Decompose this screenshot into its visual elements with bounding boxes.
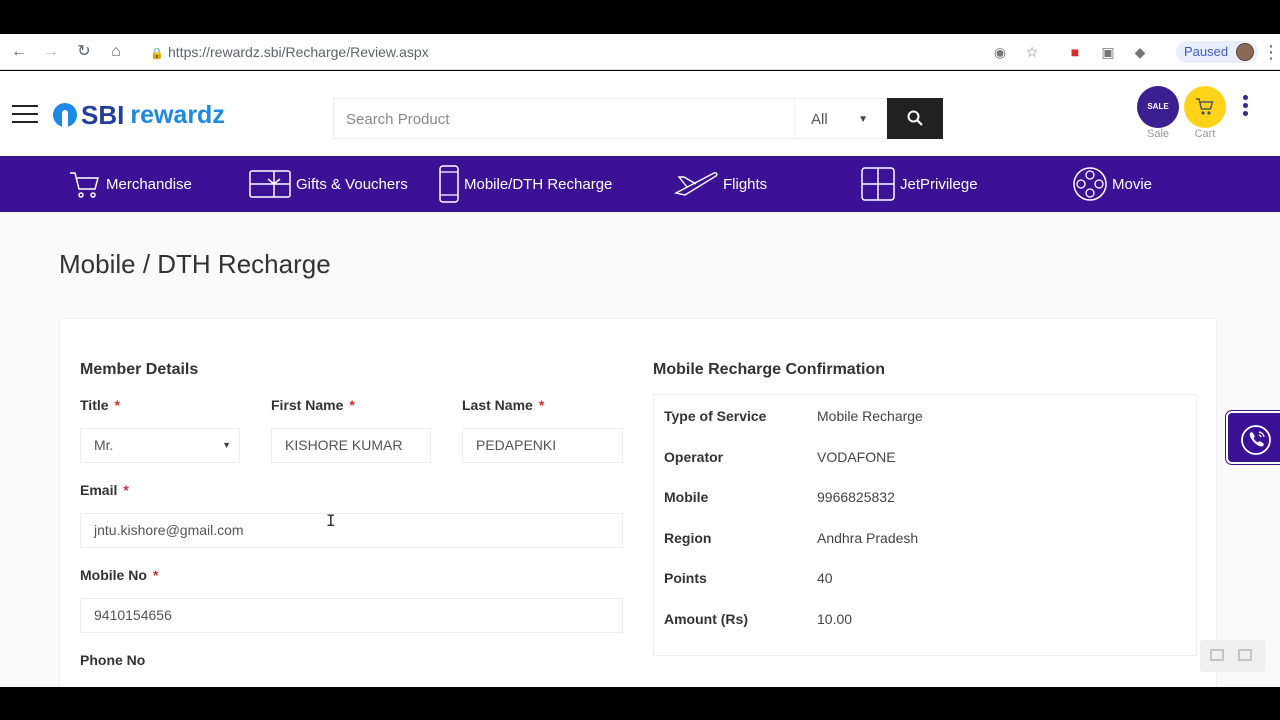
site-viewport: SBI rewardz Search Product All ▼ SALE Sa… xyxy=(0,71,1280,687)
screen: ← → ↻ ⌂ 🔒 https://rewardz.sbi/Recharge/Re… xyxy=(0,0,1280,720)
category-selected: All xyxy=(811,111,828,128)
email-label: Email * xyxy=(80,482,129,498)
phone-call-icon xyxy=(1241,425,1271,455)
search-icon xyxy=(907,110,923,126)
avatar xyxy=(1236,43,1254,61)
site-header: SBI rewardz Search Product All ▼ SALE Sa… xyxy=(0,71,1280,156)
profile-status-button[interactable]: Paused xyxy=(1176,41,1258,63)
logo-text-sbi: SBI xyxy=(81,99,125,130)
mobile-no-label: Mobile No * xyxy=(80,567,159,583)
nav-item-movie[interactable]: Movie xyxy=(1072,156,1152,212)
reload-icon[interactable]: ↻ xyxy=(74,42,94,62)
more-options-icon[interactable] xyxy=(1243,95,1249,119)
page-title: Mobile / DTH Recharge xyxy=(59,249,331,279)
mobile-no-field[interactable]: 9410154656 xyxy=(80,598,623,633)
cart-button[interactable] xyxy=(1184,86,1226,128)
nav-item-jetprivilege[interactable]: JetPrivilege xyxy=(860,156,978,212)
call-support-button[interactable] xyxy=(1226,411,1280,464)
phone-no-label: Phone No xyxy=(80,652,146,668)
nav-label: Mobile/DTH Recharge xyxy=(464,175,613,193)
extension-shield-icon[interactable]: ◆ xyxy=(1131,43,1149,61)
forward-arrow-icon[interactable]: → xyxy=(41,42,61,62)
search-input[interactable]: Search Product xyxy=(346,99,449,140)
nav-item-flights[interactable]: Flights xyxy=(673,156,767,212)
cart-label: Cart xyxy=(1194,128,1216,140)
nav-label: Flights xyxy=(723,175,768,193)
nav-label: Gifts & Vouchers xyxy=(296,175,408,193)
email-field[interactable]: jntu.kishore@gmail.com xyxy=(80,513,623,548)
mobile-icon xyxy=(439,165,459,203)
sbi-rewardz-logo[interactable]: SBI rewardz xyxy=(53,100,225,130)
nav-label: JetPrivilege xyxy=(900,175,978,193)
pause-icon[interactable] xyxy=(1210,649,1224,661)
chevron-down-icon: ▼ xyxy=(222,440,231,450)
category-nav: Merchandise Gifts & Vouchers Mobile/DTH … xyxy=(0,156,1280,212)
sale-tag-icon: SALE xyxy=(1147,102,1169,111)
nav-item-merchandise[interactable]: Merchandise xyxy=(68,156,192,212)
extension-icon[interactable]: ■ xyxy=(1066,43,1084,61)
nav-item-mobile-dth-recharge[interactable]: Mobile/DTH Recharge xyxy=(438,156,612,212)
text-cursor-icon: I xyxy=(326,511,336,530)
confirmation-table: Type of Service Mobile Recharge Operator V… xyxy=(653,394,1197,656)
chevron-down-icon: ▼ xyxy=(858,114,868,125)
back-arrow-icon[interactable]: ← xyxy=(9,42,29,62)
lock-icon: 🔒 xyxy=(150,48,164,60)
cart-icon xyxy=(70,172,99,198)
gift-card-icon xyxy=(249,170,291,198)
first-name-label: First Name * xyxy=(271,397,355,413)
title-label: Title * xyxy=(80,397,120,413)
nav-label: Merchandise xyxy=(106,175,192,193)
cart-icon xyxy=(1196,98,1214,115)
search-bar: Search Product All ▼ xyxy=(333,98,888,140)
logo-text-rewardz: rewardz xyxy=(130,100,225,129)
last-name-field[interactable]: PEDAPENKI xyxy=(462,428,623,463)
profile-status-text: Paused xyxy=(1184,44,1229,59)
nav-label: Movie xyxy=(1112,175,1153,193)
first-name-field[interactable]: KISHORE KUMAR xyxy=(271,428,431,463)
confirmation-title: Mobile Recharge Confirmation xyxy=(653,361,886,378)
browser-menu-icon[interactable]: ⋮ xyxy=(1262,43,1280,61)
grid-icon xyxy=(861,167,895,201)
address-bar[interactable]: 🔒 https://rewardz.sbi/Recharge/Review.asp… xyxy=(150,40,1050,64)
sbi-logo-icon xyxy=(53,103,77,127)
nav-item-gifts-vouchers[interactable]: Gifts & Vouchers xyxy=(248,156,408,212)
member-details-title: Member Details xyxy=(80,361,199,378)
translate-icon[interactable]: ◉ xyxy=(991,43,1009,61)
category-select[interactable]: All ▼ xyxy=(794,99,888,140)
browser-toolbar: ← → ↻ ⌂ 🔒 https://rewardz.sbi/Recharge/Re… xyxy=(0,34,1280,70)
home-icon[interactable]: ⌂ xyxy=(106,42,126,62)
sale-button[interactable]: SALE xyxy=(1137,86,1179,128)
film-reel-icon xyxy=(1073,167,1107,201)
plane-icon xyxy=(673,172,718,196)
search-button[interactable] xyxy=(887,98,943,139)
video-overlay-controls[interactable] xyxy=(1200,640,1265,672)
picture-in-picture-icon[interactable] xyxy=(1238,649,1252,661)
sale-label: Sale xyxy=(1146,128,1170,140)
title-select-value: Mr. xyxy=(94,437,114,453)
last-name-label: Last Name * xyxy=(462,397,545,413)
url-text: https://rewardz.sbi/Recharge/Review.aspx xyxy=(168,44,429,60)
title-select[interactable]: Mr. ▼ xyxy=(80,428,240,463)
hamburger-menu-icon[interactable] xyxy=(12,105,38,125)
extension-cart-icon[interactable]: ▣ xyxy=(1099,43,1117,61)
recharge-card: Member Details Title * Mr. ▼ First Name * … xyxy=(59,318,1217,687)
bookmark-star-icon[interactable]: ☆ xyxy=(1023,43,1041,61)
